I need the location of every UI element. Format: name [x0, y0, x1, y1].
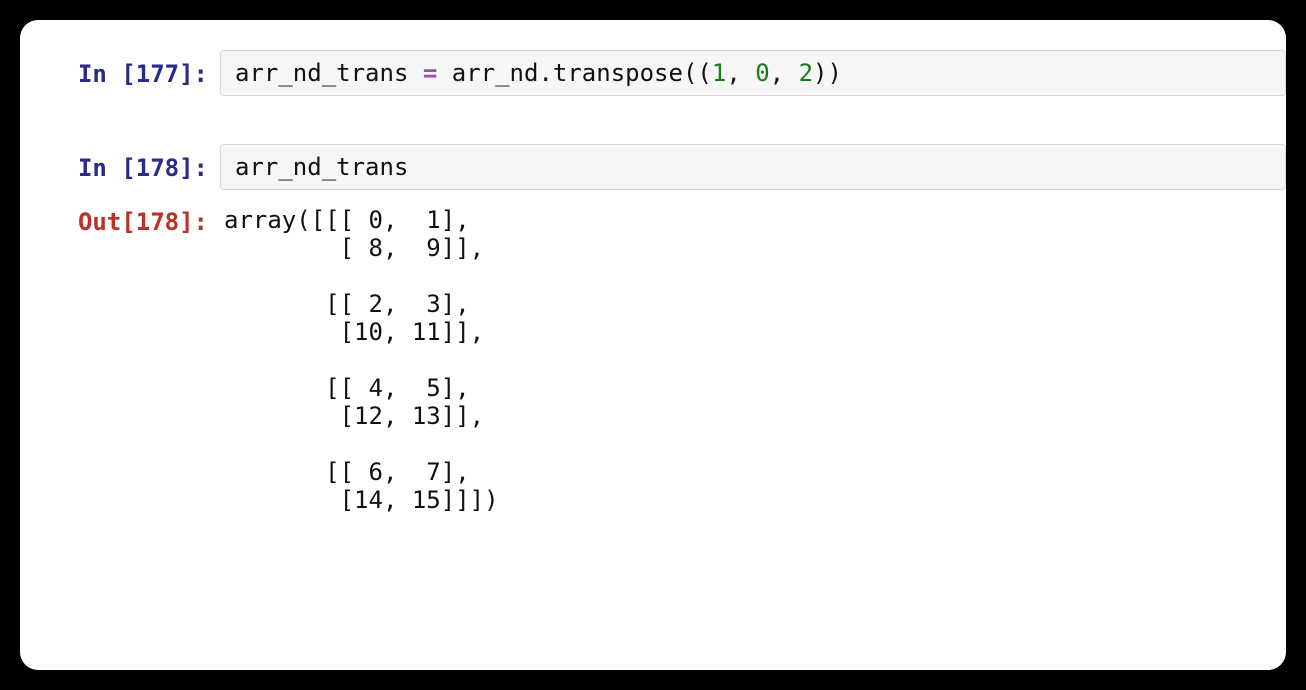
code-token: , [726, 59, 755, 87]
code-token: arr_nd [452, 59, 539, 87]
code-token: (( [683, 59, 712, 87]
notebook-panel: In [177]: arr_nd_trans = arr_nd.transpos… [20, 20, 1286, 670]
code-token: . [538, 59, 552, 87]
code-token: 0 [755, 59, 769, 87]
code-token: 1 [712, 59, 726, 87]
code-token: arr_nd_trans [235, 59, 408, 87]
input-prompt: In [178]: [20, 144, 220, 182]
cell-spacer [20, 102, 1286, 144]
code-token: = [408, 59, 451, 87]
code-token: , [770, 59, 799, 87]
output-prompt: Out[178]: [20, 198, 220, 236]
cell-in-177: In [177]: arr_nd_trans = arr_nd.transpos… [20, 50, 1286, 96]
code-token: arr_nd_trans [235, 153, 408, 181]
code-input[interactable]: arr_nd_trans = arr_nd.transpose((1, 0, 2… [220, 50, 1286, 96]
code-token: )) [813, 59, 842, 87]
code-token: transpose [553, 59, 683, 87]
code-token: 2 [799, 59, 813, 87]
code-output: array([[[ 0, 1], [ 8, 9]], [[ 2, 3], [10… [220, 198, 1286, 522]
cell-out-178: Out[178]: array([[[ 0, 1], [ 8, 9]], [[ … [20, 198, 1286, 522]
code-input[interactable]: arr_nd_trans [220, 144, 1286, 190]
cell-in-178: In [178]: arr_nd_trans [20, 144, 1286, 190]
input-prompt: In [177]: [20, 50, 220, 88]
